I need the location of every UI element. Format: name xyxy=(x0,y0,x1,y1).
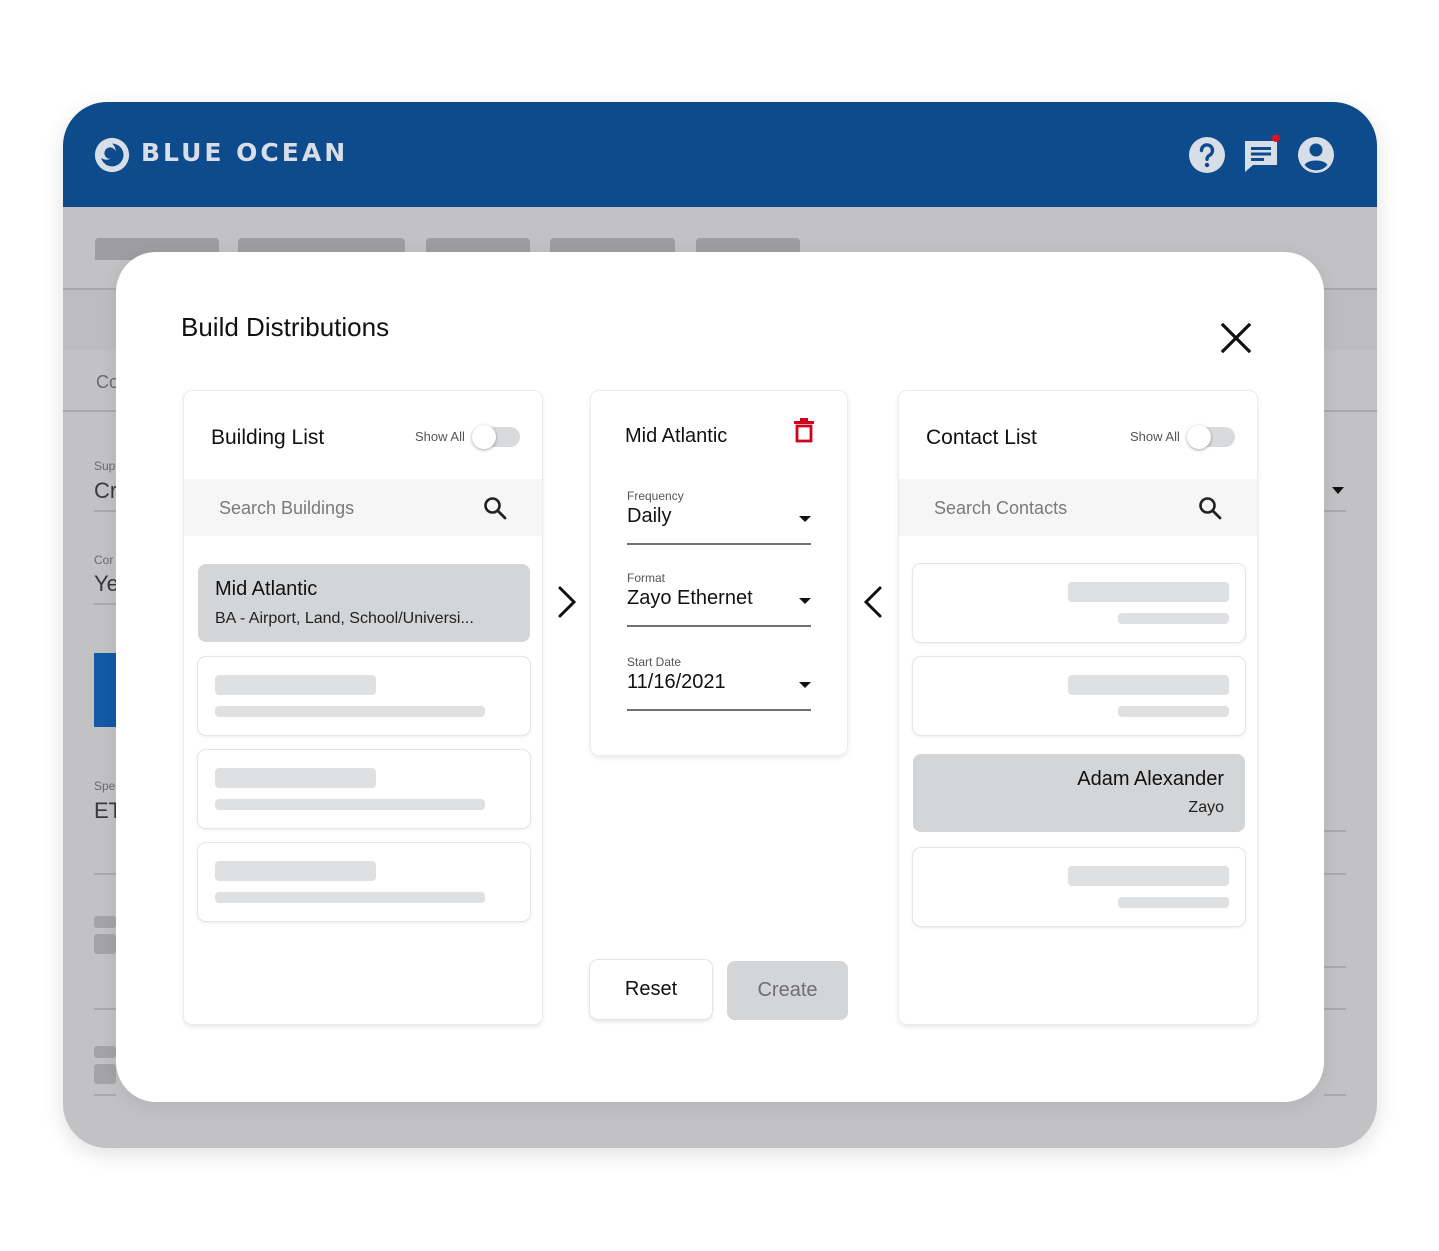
background-text: Spe xyxy=(94,779,116,793)
placeholder-bar xyxy=(1068,866,1229,886)
chevron-right-icon[interactable] xyxy=(555,584,579,620)
contact-item-placeholder[interactable] xyxy=(913,657,1245,735)
contact-search-bar xyxy=(899,479,1257,536)
placeholder-bar xyxy=(215,861,376,881)
background-divider xyxy=(94,873,116,875)
toggle-knob xyxy=(1187,425,1211,449)
start-date-value: 11/16/2021 xyxy=(627,671,726,693)
blue-ocean-logo-icon xyxy=(94,137,130,173)
frequency-value: Daily xyxy=(627,505,672,527)
placeholder-bar xyxy=(1118,613,1229,624)
background-text: Sup xyxy=(94,459,116,473)
building-description: BA - Airport, Land, School/Universi... xyxy=(215,610,474,627)
caret-down-icon xyxy=(799,598,811,604)
search-contacts-input[interactable] xyxy=(934,493,1184,523)
background-text: Cr xyxy=(94,478,118,503)
show-all-label: Show All xyxy=(1130,429,1180,444)
building-item-placeholder[interactable] xyxy=(198,657,530,735)
show-all-contacts-toggle[interactable] xyxy=(1187,425,1235,449)
placeholder-bar xyxy=(215,706,485,717)
building-search-bar xyxy=(184,479,542,536)
placeholder-bar xyxy=(215,768,376,788)
show-all-label: Show All xyxy=(415,429,465,444)
close-icon[interactable] xyxy=(1218,320,1254,356)
building-list-title: Building List xyxy=(211,426,325,449)
background-divider xyxy=(94,603,116,605)
contact-item-placeholder[interactable] xyxy=(913,848,1245,926)
building-name: Mid Atlantic xyxy=(215,578,318,600)
background-divider xyxy=(1324,1094,1346,1096)
placeholder-bar xyxy=(1068,582,1229,602)
background-placeholder xyxy=(94,1064,116,1084)
contact-company: Zayo xyxy=(1188,799,1224,816)
background-caret-icon xyxy=(1332,487,1344,494)
placeholder-bar xyxy=(215,799,485,810)
reset-button[interactable]: Reset xyxy=(590,960,712,1019)
background-placeholder xyxy=(94,934,116,954)
start-date-select[interactable]: Start Date 11/16/2021 xyxy=(627,655,811,711)
contact-item-placeholder[interactable] xyxy=(913,564,1245,642)
placeholder-bar xyxy=(215,675,376,695)
search-buildings-input[interactable] xyxy=(219,493,469,523)
brand-name: BLUE OCEAN xyxy=(141,138,349,167)
background-divider xyxy=(94,1094,116,1096)
build-distributions-modal: Build Distributions Building List Show A… xyxy=(116,252,1324,1102)
modal-title: Build Distributions xyxy=(181,312,390,342)
search-icon[interactable] xyxy=(1197,495,1223,521)
contact-name: Adam Alexander xyxy=(1077,768,1224,790)
background-divider xyxy=(1324,1008,1346,1010)
contact-list-title: Contact List xyxy=(926,426,1037,449)
start-date-label: Start Date xyxy=(627,655,682,669)
format-select[interactable]: Format Zayo Ethernet xyxy=(627,571,811,627)
building-item-placeholder[interactable] xyxy=(198,750,530,828)
distribution-name: Mid Atlantic xyxy=(625,425,728,447)
frequency-label: Frequency xyxy=(627,489,684,503)
background-button xyxy=(94,653,118,727)
app-header: BLUE OCEAN xyxy=(63,102,1377,207)
chevron-left-icon[interactable] xyxy=(861,584,885,620)
contact-item-selected[interactable]: Adam Alexander Zayo xyxy=(913,754,1245,832)
background-divider xyxy=(1324,510,1346,512)
placeholder-bar xyxy=(1068,675,1229,695)
caret-down-icon xyxy=(799,682,811,688)
account-icon[interactable] xyxy=(1296,135,1336,175)
chat-icon[interactable] xyxy=(1241,135,1281,175)
placeholder-bar xyxy=(215,892,485,903)
create-button: Create xyxy=(727,961,848,1020)
building-item-selected[interactable]: Mid Atlantic BA - Airport, Land, School/… xyxy=(198,564,530,642)
background-divider xyxy=(94,510,116,512)
frequency-select[interactable]: Frequency Daily xyxy=(627,489,811,545)
help-icon[interactable] xyxy=(1187,135,1227,175)
show-all-buildings-toggle[interactable] xyxy=(472,425,520,449)
building-item-placeholder[interactable] xyxy=(198,843,530,921)
format-label: Format xyxy=(627,571,666,585)
building-list-panel: Building List Show All Mid Atlantic BA -… xyxy=(184,391,542,1024)
distribution-panel: Mid Atlantic Frequency Daily Format Zayo… xyxy=(591,391,847,755)
background-divider xyxy=(1324,830,1346,832)
background-text: Cor xyxy=(94,553,114,567)
placeholder-bar xyxy=(1118,706,1229,717)
contact-list-panel: Contact List Show All Adam Alexander Zay… xyxy=(899,391,1257,1024)
caret-down-icon xyxy=(799,516,811,522)
background-placeholder xyxy=(94,1046,116,1058)
format-value: Zayo Ethernet xyxy=(627,587,753,609)
toggle-knob xyxy=(472,425,496,449)
background-divider xyxy=(94,1008,116,1010)
placeholder-bar xyxy=(1118,897,1229,908)
trash-icon[interactable] xyxy=(793,417,815,443)
background-placeholder xyxy=(94,916,116,928)
background-divider xyxy=(1324,966,1346,968)
search-icon[interactable] xyxy=(482,495,508,521)
notification-dot xyxy=(1272,135,1280,142)
background-divider xyxy=(1324,873,1346,875)
